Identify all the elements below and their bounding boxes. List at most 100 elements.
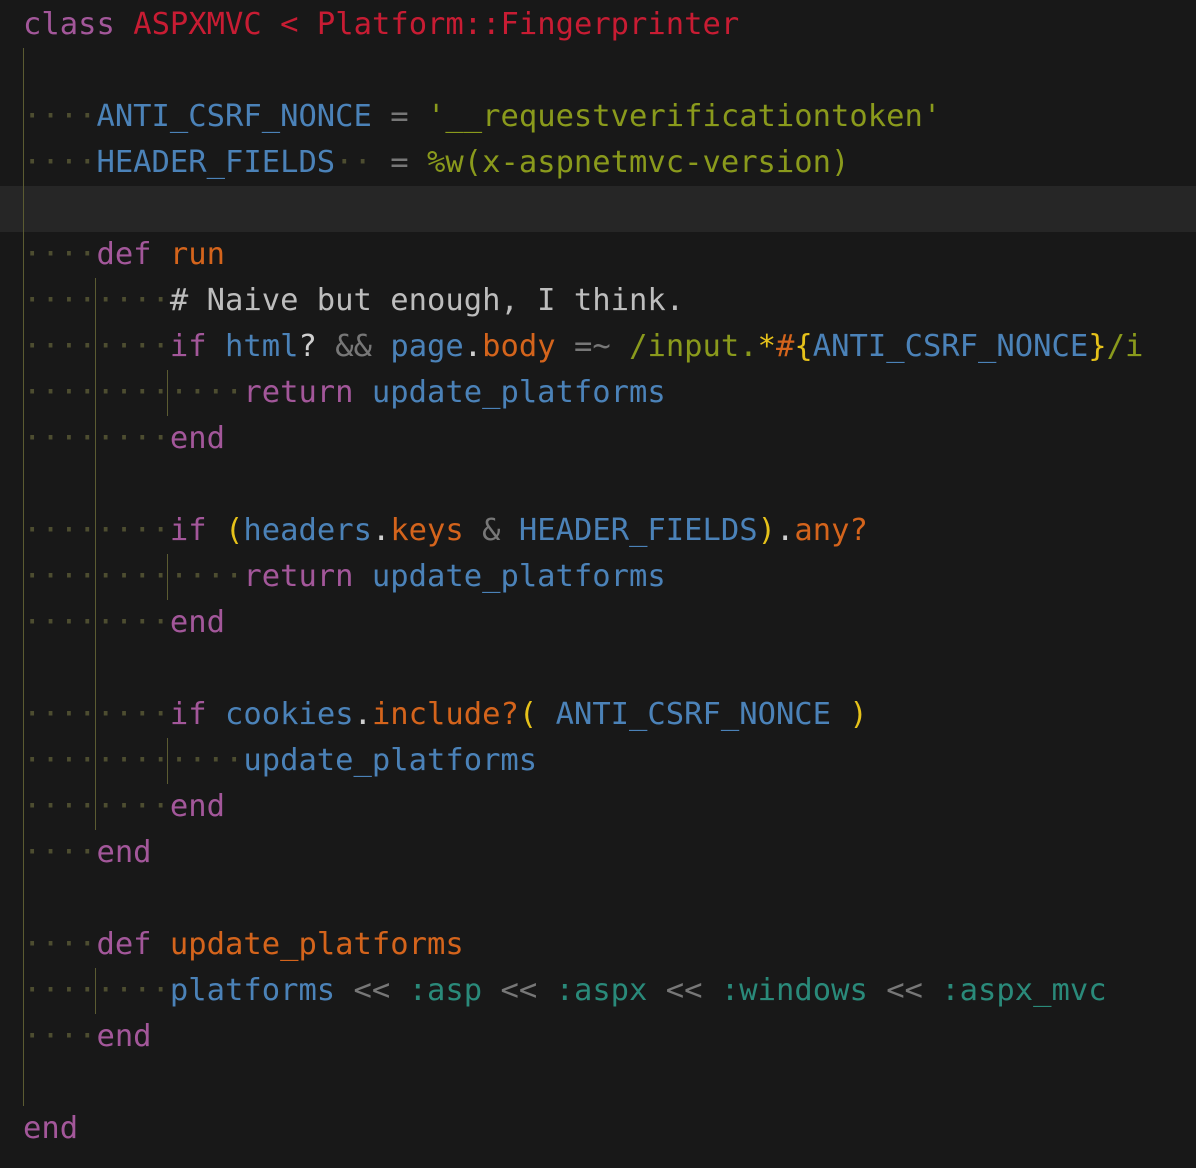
code-token: end [169, 789, 225, 824]
code-token: if [169, 329, 207, 364]
code-token: << [500, 973, 538, 1008]
code-token: run [169, 237, 226, 272]
code-token: platforms [169, 973, 336, 1008]
code-token: . [775, 513, 795, 548]
indent-whitespace: ············ [23, 375, 244, 410]
code-token: } [1088, 329, 1107, 364]
code-token: class [23, 7, 115, 42]
code-token: & [482, 513, 501, 548]
code-line[interactable]: end [0, 1106, 1196, 1152]
code-line[interactable]: ····end [0, 830, 1196, 876]
code-line[interactable]: ········if (headers.keys & HEADER_FIELDS… [0, 508, 1196, 554]
indent-whitespace: ···· [23, 145, 97, 180]
indent-whitespace: ············ [23, 559, 244, 594]
code-line[interactable] [0, 48, 1196, 94]
code-line[interactable] [0, 1060, 1196, 1106]
code-line[interactable]: ········end [0, 600, 1196, 646]
code-token: :asp [408, 973, 483, 1008]
code-token: HEADER_FIELDS [96, 145, 336, 180]
code-line[interactable]: ············return update_platforms [0, 370, 1196, 416]
code-token: << [665, 973, 703, 1008]
code-line[interactable]: ····def update_platforms [0, 922, 1196, 968]
code-line[interactable]: ········platforms << :asp << :aspx << :w… [0, 968, 1196, 1014]
code-line[interactable] [0, 186, 1196, 232]
code-line[interactable]: ············update_platforms [0, 738, 1196, 784]
code-line[interactable]: class ASPXMVC < Platform::Fingerprinter [0, 2, 1196, 48]
code-token: end [96, 1019, 152, 1054]
code-line[interactable] [0, 876, 1196, 922]
code-token: def [96, 927, 152, 962]
code-token: ? [298, 329, 317, 364]
code-line[interactable]: ····HEADER_FIELDS·· = %w(x-aspnetmvc-ver… [0, 140, 1196, 186]
indent-guide [95, 278, 96, 830]
code-token: = [390, 145, 409, 180]
code-editor[interactable]: class ASPXMVC < Platform::Fingerprinter·… [0, 0, 1196, 1168]
code-token: ) [757, 513, 776, 548]
code-line[interactable]: ····end [0, 1014, 1196, 1060]
code-token: /i [1106, 329, 1144, 364]
indent-whitespace: ········ [23, 973, 170, 1008]
code-token: = [390, 99, 409, 134]
indent-whitespace: ···· [23, 835, 97, 870]
indent-guide [167, 738, 168, 784]
code-token: update_platforms [243, 743, 538, 778]
code-token: end [169, 421, 225, 456]
code-token: update_platforms [169, 927, 464, 962]
code-line[interactable]: ············return update_platforms [0, 554, 1196, 600]
code-line[interactable]: ········end [0, 784, 1196, 830]
code-line[interactable]: ········# Naive but enough, I think. [0, 278, 1196, 324]
code-line[interactable] [0, 646, 1196, 692]
code-line[interactable]: ····ANTI_CSRF_NONCE = '__requestverifica… [0, 94, 1196, 140]
code-line[interactable]: ········if cookies.include?( ANTI_CSRF_N… [0, 692, 1196, 738]
code-line[interactable]: ····def run [0, 232, 1196, 278]
code-token: # [776, 329, 795, 364]
code-token: body [482, 329, 556, 364]
indent-whitespace: ········ [23, 283, 170, 318]
code-token: headers [243, 513, 372, 548]
indent-whitespace: ········ [23, 789, 170, 824]
code-token: ( [518, 697, 538, 732]
indent-whitespace: ········ [23, 513, 170, 548]
code-token: html [225, 329, 299, 364]
code-token: ASPXMVC [133, 7, 262, 42]
indent-whitespace: ········ [23, 697, 170, 732]
code-token: * [757, 329, 777, 364]
code-line[interactable]: ········if html? && page.body =~ /input.… [0, 324, 1196, 370]
code-token: %w(x-aspnetmvc-version) [427, 145, 850, 180]
indent-whitespace: ········ [23, 329, 170, 364]
code-line[interactable]: ········end [0, 416, 1196, 462]
code-token: cookies [225, 697, 354, 732]
code-token: ANTI_CSRF_NONCE [96, 99, 372, 134]
code-token: ( [225, 513, 244, 548]
code-token: && [335, 329, 372, 364]
code-token: end [23, 1111, 79, 1146]
code-token: def [96, 237, 152, 272]
indent-whitespace: ···· [23, 237, 97, 272]
code-token: :aspx_mvc [941, 973, 1107, 1008]
code-token: any? [794, 513, 868, 548]
code-token: update_platforms [371, 375, 666, 410]
indent-guide [23, 48, 24, 1106]
indent-whitespace: ···· [23, 927, 97, 962]
indent-guide [167, 554, 168, 600]
code-line[interactable] [0, 462, 1196, 508]
code-token: . [371, 513, 391, 548]
